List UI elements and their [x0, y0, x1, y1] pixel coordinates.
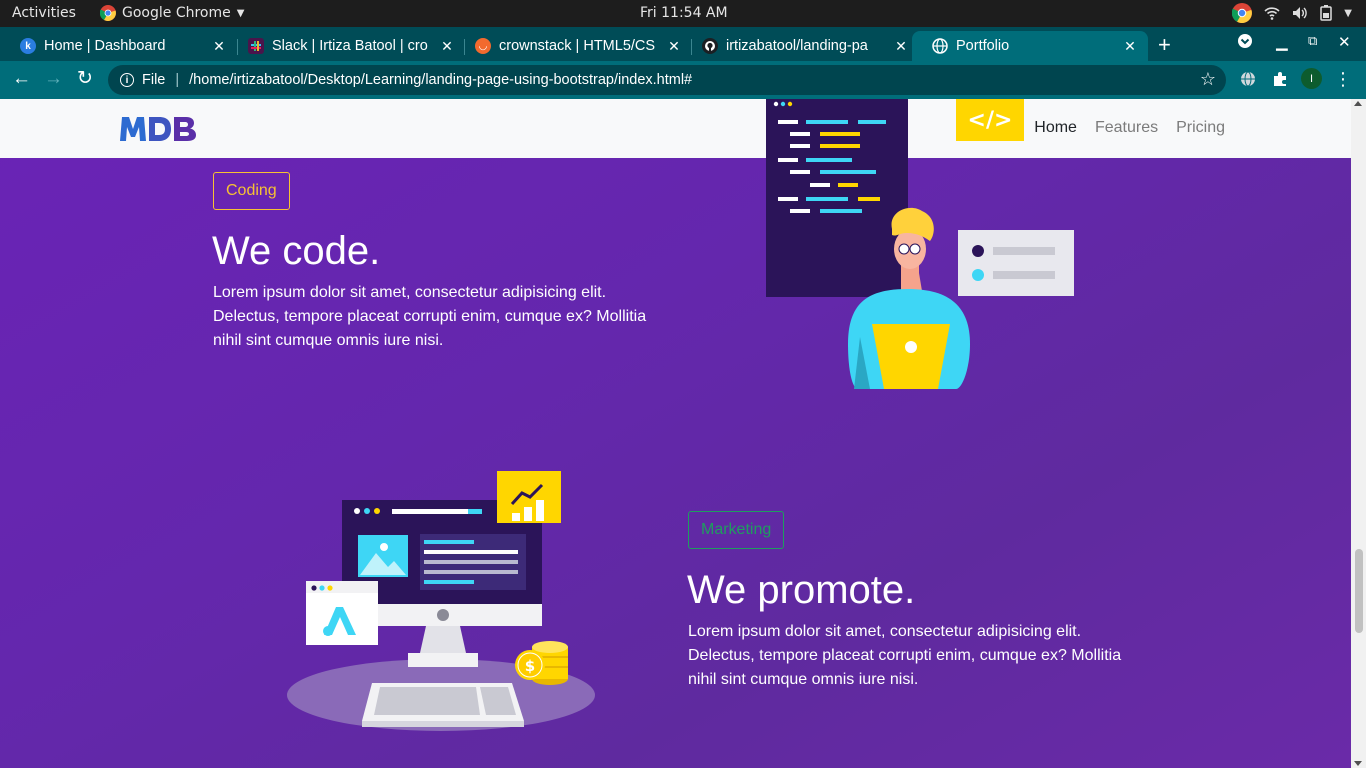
- page-viewport: Home Features Pricing Coding We code. Lo…: [0, 99, 1351, 768]
- system-menu-chevron-icon[interactable]: ▼: [1344, 8, 1352, 19]
- crownstack-icon: ◡: [475, 38, 491, 54]
- globe-icon: [932, 38, 948, 54]
- tab-title: Portfolio: [956, 38, 1010, 54]
- app-menu[interactable]: Google Chrome ▼: [100, 5, 244, 21]
- tab-slack[interactable]: Slack | Irtiza Batool | cro ✕: [228, 31, 465, 61]
- slack-icon: [248, 38, 264, 54]
- coding-badge: Coding: [213, 172, 290, 210]
- back-arrow-icon[interactable]: ←: [12, 69, 31, 89]
- badge-label: Marketing: [701, 521, 772, 538]
- github-icon: [702, 38, 718, 54]
- text-line: Delectus, tempore placeat corrupti enim,…: [688, 647, 1122, 664]
- system-clock[interactable]: Fri 11:54 AM: [640, 5, 728, 21]
- tab-search-icon[interactable]: [1237, 33, 1253, 53]
- close-icon[interactable]: ✕: [209, 38, 229, 55]
- tab-title: Home | Dashboard: [44, 38, 166, 54]
- tab-title: Slack | Irtiza Batool | cro: [272, 38, 428, 54]
- page-scrollbar[interactable]: [1351, 99, 1366, 768]
- marketing-badge: Marketing: [688, 511, 785, 549]
- site-navbar: Home Features Pricing: [0, 99, 1351, 158]
- badge-label: Coding: [226, 182, 277, 199]
- svg-text:$: $: [525, 657, 535, 675]
- tab-title: irtizabatool/landing-pa: [726, 38, 868, 54]
- browser-toolbar: ← → ↻ i File | /home/irtizabatool/Deskto…: [0, 61, 1366, 99]
- wifi-icon: [1264, 7, 1280, 20]
- kebab-menu-icon[interactable]: ⋮: [1333, 69, 1353, 89]
- chrome-icon: [100, 5, 116, 21]
- battery-icon: [1320, 5, 1333, 21]
- extensions-puzzle-icon[interactable]: [1270, 69, 1290, 89]
- volume-icon: [1293, 7, 1308, 19]
- close-icon[interactable]: ✕: [1120, 38, 1140, 55]
- url-divider: |: [175, 72, 180, 88]
- close-icon[interactable]: ✕: [437, 38, 457, 55]
- tab-dashboard[interactable]: k Home | Dashboard ✕: [0, 31, 237, 61]
- kahoot-k-icon: k: [20, 38, 36, 54]
- section-heading-code: We code.: [212, 229, 381, 273]
- forward-arrow-icon[interactable]: →: [44, 69, 63, 89]
- profile-avatar[interactable]: I: [1301, 68, 1322, 89]
- tab-crownstack[interactable]: ◡ crownstack | HTML5/CS ✕: [455, 31, 692, 61]
- section-heading-promote: We promote.: [687, 568, 916, 612]
- scroll-down-arrow-icon[interactable]: [1354, 761, 1362, 766]
- reload-icon[interactable]: ↻: [77, 69, 93, 89]
- tab-github[interactable]: irtizabatool/landing-pa ✕: [682, 31, 919, 61]
- new-tab-plus-icon[interactable]: +: [1158, 32, 1171, 58]
- url-text[interactable]: /home/irtizabatool/Desktop/Learning/land…: [189, 72, 692, 88]
- close-icon[interactable]: ✕: [891, 38, 911, 55]
- address-bar[interactable]: i File | /home/irtizabatool/Desktop/Lear…: [108, 65, 1226, 95]
- svg-text:</>: </>: [968, 108, 1013, 133]
- restore-icon[interactable]: ⧉: [1308, 33, 1317, 49]
- scrollbar-thumb[interactable]: [1355, 549, 1363, 633]
- nav-link-pricing[interactable]: Pricing: [1176, 119, 1225, 137]
- marketing-illustration: $: [287, 471, 595, 731]
- system-tray[interactable]: ▼: [1232, 3, 1352, 23]
- extension-globe-icon[interactable]: [1238, 69, 1258, 89]
- tab-portfolio[interactable]: Portfolio ✕: [912, 31, 1148, 61]
- tab-title: crownstack | HTML5/CS: [499, 38, 656, 54]
- chevron-down-icon: ▼: [236, 7, 245, 19]
- minimize-icon[interactable]: ▁: [1276, 33, 1288, 51]
- chrome-tray-icon[interactable]: [1232, 3, 1253, 23]
- section-text-code: Lorem ipsum dolor sit amet, consectetur …: [213, 281, 653, 353]
- system-top-bar: Activities Google Chrome ▼ Fri 11:54 AM …: [0, 0, 1366, 27]
- mdb-logo[interactable]: [119, 113, 199, 150]
- coding-illustration: </>: [766, 99, 1074, 389]
- section-text-promote: Lorem ipsum dolor sit amet, consectetur …: [688, 620, 1128, 692]
- scroll-up-arrow-icon[interactable]: [1354, 101, 1362, 106]
- text-line: nihil sint cumque omnis iure nisi.: [213, 332, 444, 349]
- app-menu-label: Google Chrome: [122, 5, 231, 21]
- text-line: Lorem ipsum dolor sit amet, consectetur …: [688, 623, 1082, 640]
- text-line: Lorem ipsum dolor sit amet, consectetur …: [213, 284, 607, 301]
- info-icon[interactable]: i: [120, 73, 134, 87]
- text-line: Delectus, tempore placeat corrupti enim,…: [213, 308, 647, 325]
- url-scheme-label: File: [142, 72, 166, 88]
- bookmark-star-icon[interactable]: ☆: [1200, 69, 1216, 90]
- text-line: nihil sint cumque omnis iure nisi.: [688, 671, 919, 688]
- activities-button[interactable]: Activities: [12, 5, 76, 21]
- close-icon[interactable]: ✕: [664, 38, 684, 55]
- nav-link-features[interactable]: Features: [1095, 119, 1158, 137]
- window-close-icon[interactable]: ✕: [1338, 33, 1351, 51]
